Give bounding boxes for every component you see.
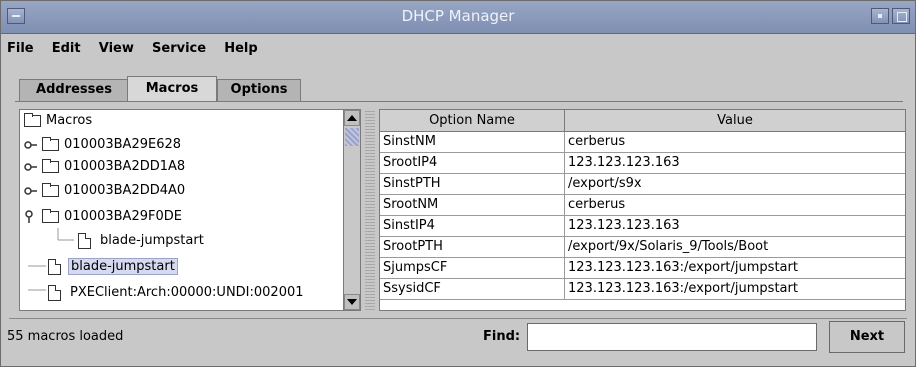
cell-option-name: SinstPTH (380, 174, 565, 194)
scroll-up-button[interactable] (344, 110, 360, 126)
find-input[interactable] (527, 323, 817, 351)
arrow-down-icon (347, 299, 357, 305)
cell-value: 123.123.123.163:/export/jumpstart (568, 260, 798, 275)
cell-value: cerberus (568, 134, 626, 149)
folder-icon (42, 183, 59, 197)
table-row[interactable]: SinstPTH /export/s9x (380, 174, 905, 195)
tree-node-label: 010003BA2DD1A8 (64, 159, 186, 174)
tree-node[interactable]: blade-jumpstart (48, 256, 178, 278)
options-table[interactable]: Option Name Value SinstNM cerberus Sroot… (379, 109, 906, 311)
status-text: 55 macros loaded (7, 329, 124, 344)
folder-icon (42, 209, 59, 223)
scroll-thumb[interactable] (345, 128, 359, 146)
menu-bar: File Edit View Service Help (7, 41, 272, 61)
cell-option-name: SrootIP4 (380, 153, 565, 173)
cell-option-name: SrootPTH (380, 237, 565, 257)
menu-help[interactable]: Help (224, 41, 257, 56)
expander-collapsed-icon[interactable] (24, 186, 38, 196)
maximize-icon (897, 12, 907, 22)
cell-value: /export/9x/Solaris_9/Tools/Boot (568, 239, 769, 254)
tree-node[interactable]: blade-jumpstart (78, 230, 204, 252)
minimize-icon (878, 14, 882, 18)
window-title: DHCP Manager (401, 7, 515, 25)
tree-connector (28, 289, 46, 291)
table-row[interactable]: SrootIP4 123.123.123.163 (380, 153, 905, 174)
folder-icon (42, 137, 59, 151)
title-bar[interactable]: DHCP Manager (1, 1, 915, 34)
tree-node[interactable]: 010003BA29F0DE (24, 206, 182, 228)
column-header-option-name[interactable]: Option Name (380, 110, 565, 132)
cell-option-name: SinstNM (380, 132, 565, 152)
maximize-button[interactable] (892, 8, 910, 24)
document-icon (48, 285, 61, 301)
table-row[interactable]: SsysidCF 123.123.123.163:/export/jumpsta… (380, 279, 905, 300)
tree-node[interactable]: 010003BA2DD1A8 (24, 156, 185, 178)
minimize-button[interactable] (871, 8, 889, 24)
tree-node-label: 010003BA29F0DE (64, 209, 182, 224)
tree-node-label-selected: blade-jumpstart (68, 258, 178, 275)
document-icon (48, 259, 61, 275)
expander-collapsed-icon[interactable] (24, 162, 38, 172)
tab-panel-border (15, 101, 903, 102)
tab-options[interactable]: Options (217, 79, 301, 101)
folder-icon (24, 113, 41, 127)
tree-node-label: PXEClient:Arch:00000:UNDI:002001 (70, 285, 304, 300)
tree-connector (28, 265, 46, 267)
cell-value: 123.123.123.163 (568, 218, 680, 233)
tree-node-label: blade-jumpstart (100, 233, 204, 248)
table-row[interactable]: SjumpsCF 123.123.123.163:/export/jumpsta… (380, 258, 905, 279)
cell-value: 123.123.123.163:/export/jumpstart (568, 281, 798, 296)
tree-node[interactable]: 010003BA2DD4A0 (24, 180, 185, 202)
folder-icon (42, 159, 59, 173)
arrow-up-icon (347, 115, 357, 121)
expander-expanded-icon[interactable] (24, 210, 34, 224)
table-row[interactable]: SrootPTH /export/9x/Solaris_9/Tools/Boot (380, 237, 905, 258)
tree-node-label: 010003BA29E628 (64, 137, 182, 152)
next-button[interactable]: Next (829, 321, 905, 353)
expander-collapsed-icon[interactable] (24, 140, 38, 150)
find-label: Find: (483, 329, 521, 344)
menu-file[interactable]: File (7, 41, 34, 56)
cell-value: /export/s9x (568, 176, 642, 191)
table-row[interactable]: SinstIP4 123.123.123.163 (380, 216, 905, 237)
dhcp-manager-window: DHCP Manager File Edit View Service Help… (0, 0, 916, 367)
tree-root[interactable]: Macros (24, 110, 92, 132)
macro-tree[interactable]: Macros 010003BA29E628 010003BA2DD1A8 010… (19, 109, 361, 311)
cell-option-name: SsysidCF (380, 279, 565, 299)
cell-value: cerberus (568, 197, 626, 212)
table-row[interactable]: SrootNM cerberus (380, 195, 905, 216)
cell-option-name: SjumpsCF (380, 258, 565, 278)
cell-option-name: SinstIP4 (380, 216, 565, 236)
column-header-value[interactable]: Value (565, 110, 905, 132)
tree-node-label: 010003BA2DD4A0 (64, 183, 186, 198)
menu-service[interactable]: Service (152, 41, 206, 56)
table-row[interactable]: SinstNM cerberus (380, 132, 905, 153)
split-pane-divider[interactable] (365, 109, 375, 311)
tab-addresses[interactable]: Addresses (19, 79, 129, 101)
scroll-down-button[interactable] (344, 294, 360, 310)
tree-node[interactable]: 010003BA29E628 (24, 134, 181, 156)
tab-macros[interactable]: Macros (127, 76, 217, 102)
tree-node[interactable]: PXEClient:Arch:00000:UNDI:002001 (48, 282, 304, 304)
menu-edit[interactable]: Edit (52, 41, 81, 56)
menu-view[interactable]: View (99, 41, 134, 56)
cell-value: 123.123.123.163 (568, 155, 680, 170)
tree-root-label: Macros (46, 113, 93, 128)
status-separator (9, 318, 907, 319)
cell-option-name: SrootNM (380, 195, 565, 215)
document-icon (78, 233, 91, 249)
tree-connector (57, 228, 74, 241)
tree-scrollbar[interactable] (343, 109, 361, 311)
